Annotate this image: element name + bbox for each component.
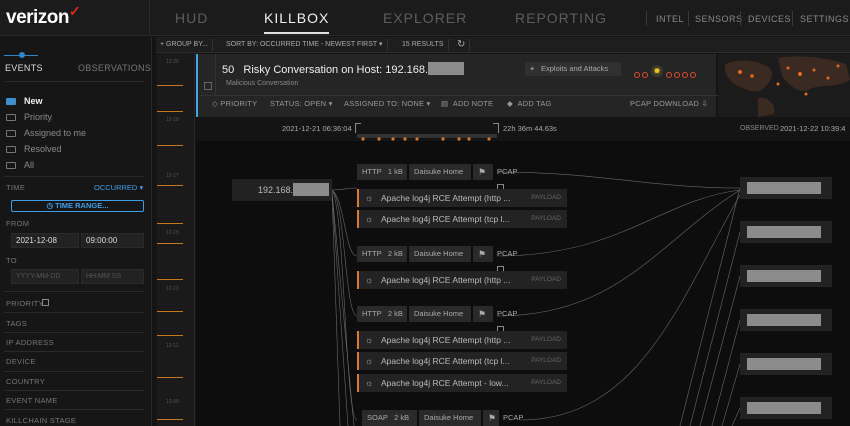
pcap-toggle[interactable]: PCAP — [503, 410, 523, 426]
alert-row[interactable]: ☼ Apache log4j RCE Attempt (http ... PAYLO… — [357, 331, 567, 349]
redacted-ip — [747, 358, 821, 370]
bug-icon: ☼ — [365, 356, 374, 366]
owner-cell: Daisuke Home — [419, 410, 481, 426]
payload-link[interactable]: PAYLOAD — [531, 271, 561, 289]
redacted-ip — [747, 182, 821, 194]
payload-link[interactable]: PAYLOAD — [531, 189, 561, 207]
owner-cell: Daisuke Home — [409, 306, 471, 322]
redacted-ip — [747, 226, 821, 238]
redacted-ip — [293, 183, 330, 196]
graph-link — [496, 171, 741, 189]
protocol-cell: HTTP 2 kB — [357, 306, 407, 322]
bug-icon: ☼ — [365, 193, 374, 203]
bug-icon: ☼ — [365, 335, 374, 345]
protocol-cell: SOAP 2 kB — [362, 410, 417, 426]
graph-link — [731, 407, 741, 426]
bug-icon: ☼ — [365, 378, 374, 388]
destination-host-node[interactable] — [740, 397, 832, 419]
flag-icon[interactable]: ⚑ — [473, 246, 493, 262]
graph-link — [496, 189, 741, 317]
graph-link — [711, 319, 741, 426]
alert-row[interactable]: ☼ Apache log4j RCE Attempt (tcp l... PAYLO… — [357, 352, 567, 370]
protocol-cell: HTTP 2 kB — [357, 246, 407, 262]
destination-host-node[interactable] — [740, 265, 832, 287]
bug-icon: ☼ — [365, 275, 374, 285]
payload-link[interactable]: PAYLOAD — [531, 210, 561, 228]
redacted-ip — [747, 314, 821, 326]
redacted-ip — [747, 402, 821, 414]
payload-link[interactable]: PAYLOAD — [531, 374, 561, 392]
bug-icon: ☼ — [365, 214, 374, 224]
destination-host-node[interactable] — [740, 221, 832, 243]
graph-link — [331, 191, 355, 426]
destination-host-node[interactable] — [740, 309, 832, 331]
protocol-cell: HTTP 1 kB — [357, 164, 407, 180]
alert-row[interactable]: ☼ Apache log4j RCE Attempt (http ... PAYLO… — [357, 271, 567, 289]
flag-icon[interactable]: ⚑ — [473, 306, 493, 322]
graph-link — [679, 187, 741, 426]
graph-link — [721, 363, 741, 426]
destination-host-node[interactable] — [740, 177, 832, 199]
owner-cell: Daisuke Home — [409, 164, 471, 180]
graph-link — [699, 275, 741, 426]
graph-link — [331, 191, 349, 426]
alert-row[interactable]: ☼ Apache log4j RCE Attempt (tcp l... PAYLO… — [357, 210, 567, 228]
redacted-ip — [747, 270, 821, 282]
flag-icon[interactable]: ⚑ — [483, 410, 499, 426]
graph-link — [689, 231, 741, 426]
alert-row[interactable]: ☼ Apache log4j RCE Attempt - low... PAYLOA… — [357, 374, 567, 392]
graph-link — [331, 187, 358, 191]
owner-cell: Daisuke Home — [409, 246, 471, 262]
source-host-node[interactable]: 192.168. — [232, 179, 332, 201]
payload-link[interactable]: PAYLOAD — [531, 352, 561, 370]
destination-host-node[interactable] — [740, 353, 832, 375]
payload-link[interactable]: PAYLOAD — [531, 331, 561, 349]
flag-icon[interactable]: ⚑ — [473, 164, 493, 180]
alert-row[interactable]: ☼ Apache log4j RCE Attempt (http ... PAYLO… — [357, 189, 567, 207]
